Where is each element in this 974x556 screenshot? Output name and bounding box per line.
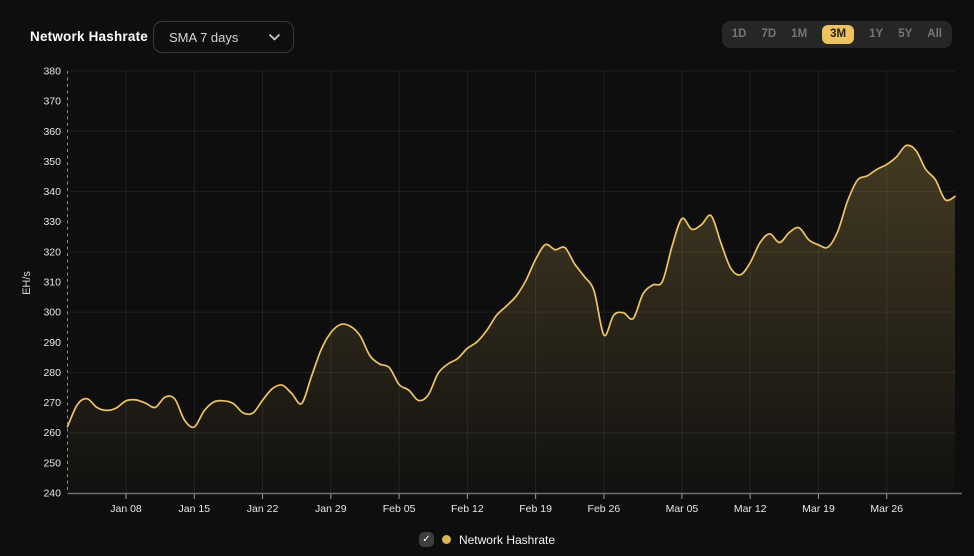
y-axis-label: 320: [43, 246, 61, 258]
y-axis-label: 240: [43, 488, 61, 500]
x-axis-label: Feb 05: [383, 503, 416, 515]
y-axis-label: 270: [43, 397, 61, 409]
y-axis-label: 250: [43, 457, 61, 469]
x-axis-label: Feb 26: [588, 503, 621, 515]
y-axis-label: 280: [43, 367, 61, 379]
legend-series-dot: [442, 535, 451, 544]
x-axis-label: Mar 12: [734, 503, 767, 515]
chart-canvas: 240 250 260 270 280 290 300 310 320 330 340 350 360 3…: [21, 66, 962, 516]
y-axis-label: 360: [43, 126, 61, 138]
x-axis-label: Jan 08: [110, 503, 142, 515]
x-axis-label: Jan 15: [179, 503, 211, 515]
hashrate-chart[interactable]: 240 250 260 270 280 290 300 310 320 330 340 350 360 3…: [0, 0, 974, 556]
y-axis-label: 330: [43, 216, 61, 228]
y-axis-label: 340: [43, 186, 61, 198]
x-axis-label: Mar 05: [666, 503, 699, 515]
x-axis-label: Jan 22: [247, 503, 279, 515]
x-axis-label: Feb 12: [451, 503, 484, 515]
x-axis-label: Jan 29: [315, 503, 347, 515]
y-axis-label: 290: [43, 337, 61, 349]
legend-series-label: Network Hashrate: [459, 533, 555, 547]
series-area: [68, 145, 956, 493]
chart-legend: ✓ Network Hashrate: [0, 532, 974, 547]
y-axis-unit-label: EH/s: [21, 271, 33, 295]
x-axis-label: Mar 26: [870, 503, 903, 515]
y-axis-label: 310: [43, 277, 61, 289]
legend-checkbox[interactable]: ✓: [419, 532, 434, 547]
x-axis-label: Mar 19: [802, 503, 835, 515]
x-axis-label: Feb 19: [519, 503, 552, 515]
y-axis-label: 370: [43, 96, 61, 108]
y-axis-label: 260: [43, 427, 61, 439]
page-root: Network Hashrate SMA 7 days 1D7D1M3M1Y5Y…: [0, 0, 974, 556]
y-axis-label: 300: [43, 307, 61, 319]
y-axis-label: 380: [43, 66, 61, 78]
y-axis-label: 350: [43, 156, 61, 168]
